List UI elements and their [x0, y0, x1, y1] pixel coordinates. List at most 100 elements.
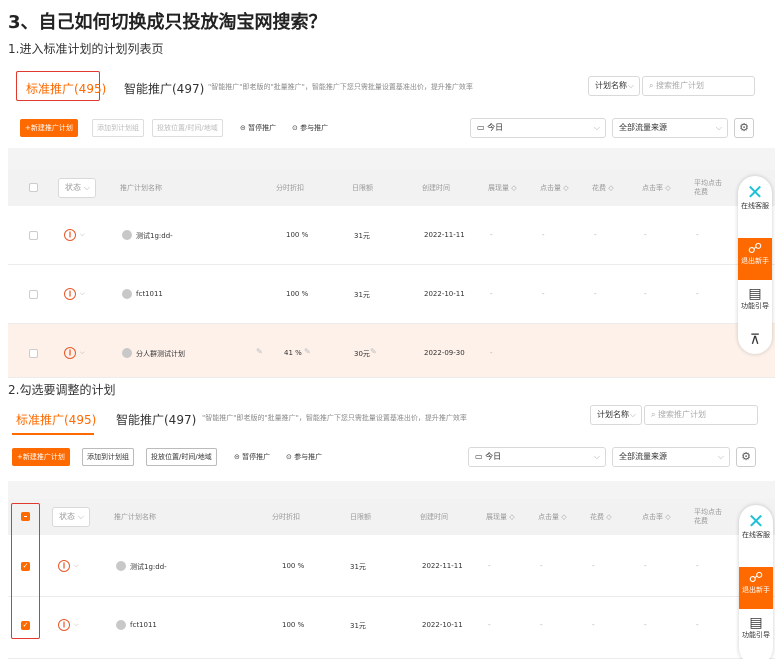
back-to-top-icon[interactable]: ⊼ [738, 330, 772, 350]
col-cost[interactable]: 花费 ◇ [590, 499, 612, 535]
service-button[interactable]: ✕ 在线客服 [739, 511, 773, 563]
table-row[interactable]: ǁ ⌵ fct1011 100 % 31元 2022-10-11 - - - -… [8, 265, 775, 324]
col-impressions[interactable]: 展现量 ◇ [488, 170, 517, 206]
pause-icon[interactable]: ǁ [64, 347, 76, 359]
col-ctr[interactable]: 点击率 ◇ [642, 170, 671, 206]
search-input[interactable]: ⌕ 搜索推广计划 [644, 405, 758, 425]
chevron-down-icon[interactable]: ⌵ [80, 231, 85, 239]
row-plan-name[interactable]: fct1011 [136, 290, 163, 298]
join-option[interactable]: ⊙ 参与推广 [292, 119, 328, 137]
row-checkbox[interactable] [29, 231, 38, 240]
date-select[interactable]: ▭ 今日 ⌵ [470, 118, 606, 138]
row-checkbox[interactable] [29, 290, 38, 299]
gear-icon[interactable]: ⚙ [736, 447, 756, 467]
col-impressions[interactable]: 展现量 ◇ [486, 499, 515, 535]
chevron-down-icon[interactable]: ⌵ [74, 562, 79, 570]
search-input[interactable]: ⌕ 搜索推广计划 [642, 76, 755, 96]
row-plan-name[interactable]: 测试1g:dd- [130, 562, 167, 572]
chevron-down-icon[interactable]: ⌵ [80, 349, 85, 357]
tab-smart[interactable]: 智能推广(497) [124, 80, 204, 97]
chevron-down-icon: ⌵ [715, 123, 722, 132]
row-created: 2022-10-11 [424, 290, 465, 298]
guide-label: 功能引导 [742, 631, 770, 639]
pencil-icon[interactable]: ✎ [370, 347, 377, 356]
row-cost: - [592, 562, 595, 570]
row-limit: 31元 [350, 563, 366, 571]
chevron-down-icon[interactable]: ⌵ [80, 290, 85, 298]
table-row[interactable]: ǁ ⌵ 分人群测试计划 ✎ 41 % ✎ 30元 ✎ 2022-09-30 - [8, 324, 775, 378]
plan-name-select[interactable]: 计划名称 ⌵ [590, 405, 642, 425]
join-radio-icon: ⊙ [286, 453, 295, 461]
selection-highlight-box [11, 503, 40, 639]
table-header: 状态 ⌵ 推广计划名称 分时折扣 日限额 创建时间 展现量 ◇ 点击量 ◇ 花费… [8, 170, 775, 206]
date-select[interactable]: ▭ 今日 ⌵ [468, 447, 606, 467]
status-filter[interactable]: 状态 ⌵ [58, 178, 96, 198]
col-ctr[interactable]: 点击率 ◇ [642, 499, 671, 535]
guide-button[interactable]: ▤ 功能引导 [739, 615, 773, 655]
table-row[interactable]: ✓ ǁ ⌵ 测试1g:dd- 100 % 31元 2022-11-11 - - … [8, 535, 775, 597]
pause-option[interactable]: ⊝ 暂停推广 [240, 119, 276, 137]
col-clicks-label: 点击量 [538, 513, 559, 521]
guide-icon: ▤ [748, 286, 762, 302]
step1-caption: 1.进入标准计划的计划列表页 [8, 42, 164, 56]
col-avg-cpc: 平均点击花费 [694, 508, 722, 525]
placement-button[interactable]: 投放位置/时间/地域 [152, 119, 223, 137]
pause-option[interactable]: ⊝ 暂停推广 [234, 448, 270, 466]
tab-note: "智能推广"即老版的"批量推广"，智能推广下您只需批量设置基准出价，提升推广效率 [208, 83, 473, 91]
join-option[interactable]: ⊙ 参与推广 [286, 448, 322, 466]
col-clicks[interactable]: 点击量 ◇ [538, 499, 567, 535]
add-to-group-button[interactable]: 添加到计划组 [82, 448, 134, 466]
tab-underline [12, 433, 94, 435]
pause-icon[interactable]: ǁ [64, 229, 76, 241]
col-cost-label: 花费 [590, 513, 604, 521]
traffic-source-select[interactable]: 全部流量来源 ⌵ [612, 118, 728, 138]
search-icon: ⌕ [649, 81, 654, 90]
exit-newbie-button[interactable]: ☍ 退出新手 [739, 567, 773, 609]
table-row[interactable]: ǁ ⌵ 测试1g:dd- 100 % 31元 2022-11-11 - - - … [8, 206, 775, 265]
pause-icon[interactable]: ǁ [64, 288, 76, 300]
row-plan-name[interactable]: fct1011 [130, 621, 157, 629]
plan-type-icon [116, 561, 126, 571]
chevron-down-icon[interactable]: ⌵ [74, 621, 79, 629]
exit-newbie-button[interactable]: ☍ 退出新手 [738, 238, 772, 280]
date-select-label: 今日 [487, 123, 504, 132]
row-clicks: - [540, 621, 543, 629]
status-filter[interactable]: 状态 ⌵ [52, 507, 90, 527]
row-cost: - [592, 621, 595, 629]
row-checkbox[interactable] [29, 349, 38, 358]
exit-icon: ☍ [748, 570, 764, 586]
row-avg-cpc: - [696, 231, 699, 239]
placement-button[interactable]: 投放位置/时间/地域 [146, 448, 217, 466]
pencil-icon[interactable]: ✎ [256, 347, 263, 356]
pause-icon[interactable]: ǁ [58, 560, 70, 572]
row-created: 2022-11-11 [424, 231, 465, 239]
tab-smart[interactable]: 智能推广(497) [116, 411, 196, 428]
table-row[interactable]: ✓ ǁ ⌵ fct1011 100 % 31元 2022-10-11 - - -… [8, 597, 775, 659]
join-label: 参与推广 [294, 453, 323, 461]
gear-icon[interactable]: ⚙ [734, 118, 754, 138]
guide-button[interactable]: ▤ 功能引导 [738, 286, 772, 326]
service-button[interactable]: ✕ 在线客服 [738, 182, 772, 234]
traffic-source-select[interactable]: 全部流量来源 ⌵ [612, 447, 730, 467]
new-plan-button[interactable]: +新建推广计划 [20, 119, 78, 137]
add-to-group-button[interactable]: 添加到计划组 [92, 119, 144, 137]
new-plan-button[interactable]: +新建推广计划 [12, 448, 70, 466]
status-filter-label: 状态 [65, 183, 81, 192]
row-plan-name[interactable]: 测试1g:dd- [136, 231, 173, 241]
plan-type-icon [116, 620, 126, 630]
col-cost[interactable]: 花费 ◇ [592, 170, 614, 206]
select-all-checkbox[interactable] [29, 183, 38, 192]
plan-name-select[interactable]: 计划名称 ⌵ [588, 76, 640, 96]
service-label: 在线客服 [741, 202, 769, 210]
tab-standard[interactable]: 标准推广(495) [26, 80, 106, 97]
pencil-icon[interactable]: ✎ [304, 347, 311, 356]
tab-standard[interactable]: 标准推广(495) [16, 411, 96, 428]
row-discount: 100 % [282, 621, 305, 629]
exit-newbie-label: 退出新手 [742, 586, 770, 594]
row-plan-name[interactable]: 分人群测试计划 [136, 349, 185, 359]
pause-icon[interactable]: ǁ [58, 619, 70, 631]
calendar-icon: ▭ [477, 123, 488, 132]
tab-note: "智能推广"即老版的"批量推广"，智能推广下您只需批量设置基准出价，提升推广效率 [202, 414, 467, 422]
col-clicks[interactable]: 点击量 ◇ [540, 170, 569, 206]
col-discount: 分时折扣 [272, 513, 300, 521]
